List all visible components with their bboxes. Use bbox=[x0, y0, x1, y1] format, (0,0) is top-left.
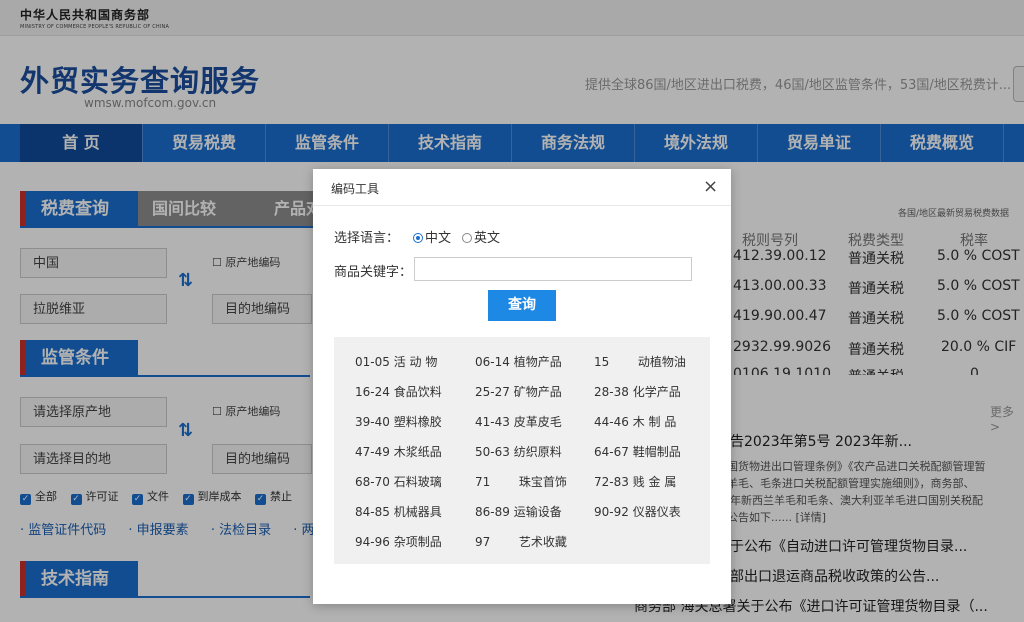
category-item[interactable]: 01-05 活 动 物 bbox=[355, 353, 437, 370]
category-item[interactable]: 97 艺术收藏 bbox=[475, 533, 567, 550]
radio-selected-icon bbox=[413, 233, 423, 243]
category-item[interactable]: 72-83 贱 金 属 bbox=[594, 473, 676, 490]
category-item[interactable]: 71 珠宝首饰 bbox=[475, 473, 567, 490]
category-item[interactable]: 44-46 木 制 品 bbox=[594, 413, 676, 430]
category-item[interactable]: 25-27 矿物产品 bbox=[475, 383, 562, 400]
query-button[interactable]: 查询 bbox=[488, 290, 556, 321]
category-item[interactable]: 16-24 食品饮料 bbox=[355, 383, 442, 400]
category-item[interactable]: 86-89 运输设备 bbox=[475, 503, 562, 520]
keyword-label: 商品关键字： bbox=[334, 265, 413, 280]
category-item[interactable]: 47-49 木浆纸品 bbox=[355, 443, 442, 460]
category-item[interactable]: 28-38 化学产品 bbox=[594, 383, 681, 400]
category-item[interactable]: 39-40 塑料橡胶 bbox=[355, 413, 442, 430]
dialog-title: 编码工具 bbox=[331, 182, 380, 196]
category-item[interactable]: 94-96 杂项制品 bbox=[355, 533, 442, 550]
category-item[interactable]: 50-63 纺织原料 bbox=[475, 443, 562, 460]
radio-icon bbox=[462, 233, 472, 243]
category-grid: 01-05 活 动 物 06-14 植物产品 15 动植物油 16-24 食品饮… bbox=[334, 337, 710, 564]
language-label: 选择语言： bbox=[334, 231, 400, 246]
category-item[interactable]: 84-85 机械器具 bbox=[355, 503, 442, 520]
radio-chinese[interactable]: 中文 bbox=[413, 227, 451, 246]
category-item[interactable]: 06-14 植物产品 bbox=[475, 353, 562, 370]
dialog-divider bbox=[313, 205, 731, 206]
category-item[interactable]: 15 动植物油 bbox=[594, 353, 686, 370]
code-tool-dialog: 编码工具 × 选择语言： 中文 英文 商品关键字： 查询 01-05 活 动 物… bbox=[313, 169, 731, 604]
category-item[interactable]: 41-43 皮革皮毛 bbox=[475, 413, 562, 430]
category-item[interactable]: 90-92 仪器仪表 bbox=[594, 503, 681, 520]
close-icon[interactable]: × bbox=[703, 176, 718, 197]
category-item[interactable]: 64-67 鞋帽制品 bbox=[594, 443, 681, 460]
keyword-input[interactable] bbox=[414, 257, 692, 281]
radio-english[interactable]: 英文 bbox=[462, 227, 500, 246]
category-item[interactable]: 68-70 石料玻璃 bbox=[355, 473, 442, 490]
